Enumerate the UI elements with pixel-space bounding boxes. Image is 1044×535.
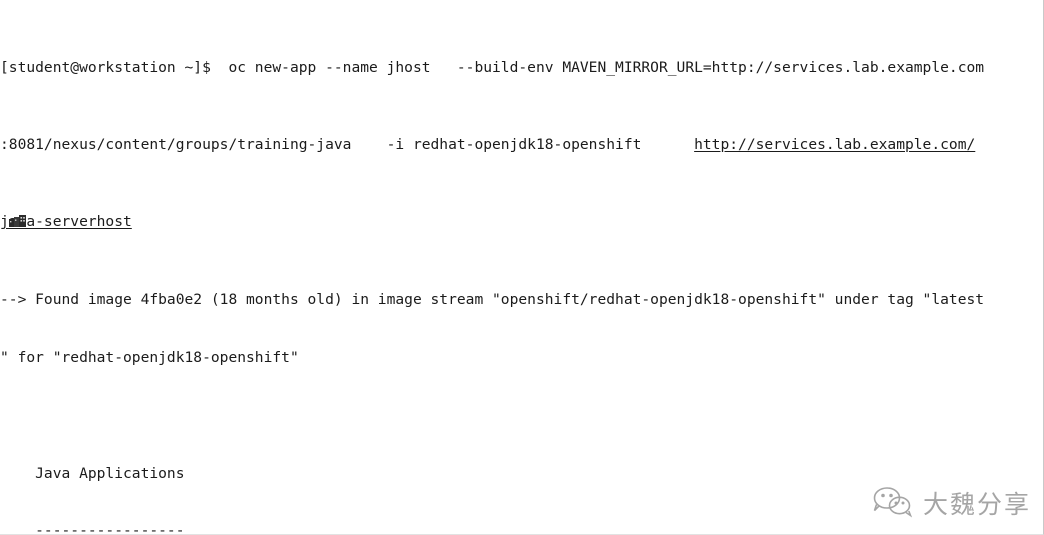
terminal-line: Java Applications — [0, 464, 185, 482]
terminal-url-link-continued[interactable]: java-serverhost — [0, 213, 132, 230]
terminal-line: --> Found image 4fba0e2 (18 months old) … — [0, 290, 985, 308]
terminal-line: " for "redhat-openjdk18-openshift" — [0, 348, 299, 366]
terminal-output-area[interactable]: [student@workstation ~]$ oc new-app --na… — [0, 0, 1043, 535]
terminal-url-link[interactable]: http://services.lab.example.com/ — [694, 136, 975, 153]
terminal-line-divider: ----------------- — [0, 522, 185, 535]
terminal-window[interactable]: [student@workstation ~]$ oc new-app --na… — [0, 0, 1044, 535]
terminal-line: java-serverhost — [0, 212, 1043, 231]
terminal-line: :8081/nexus/content/groups/training-java… — [0, 135, 1043, 154]
terminal-line-text: :8081/nexus/content/groups/training-java… — [0, 136, 695, 154]
terminal-line: [student@workstation ~]$ oc new-app --na… — [0, 58, 985, 76]
